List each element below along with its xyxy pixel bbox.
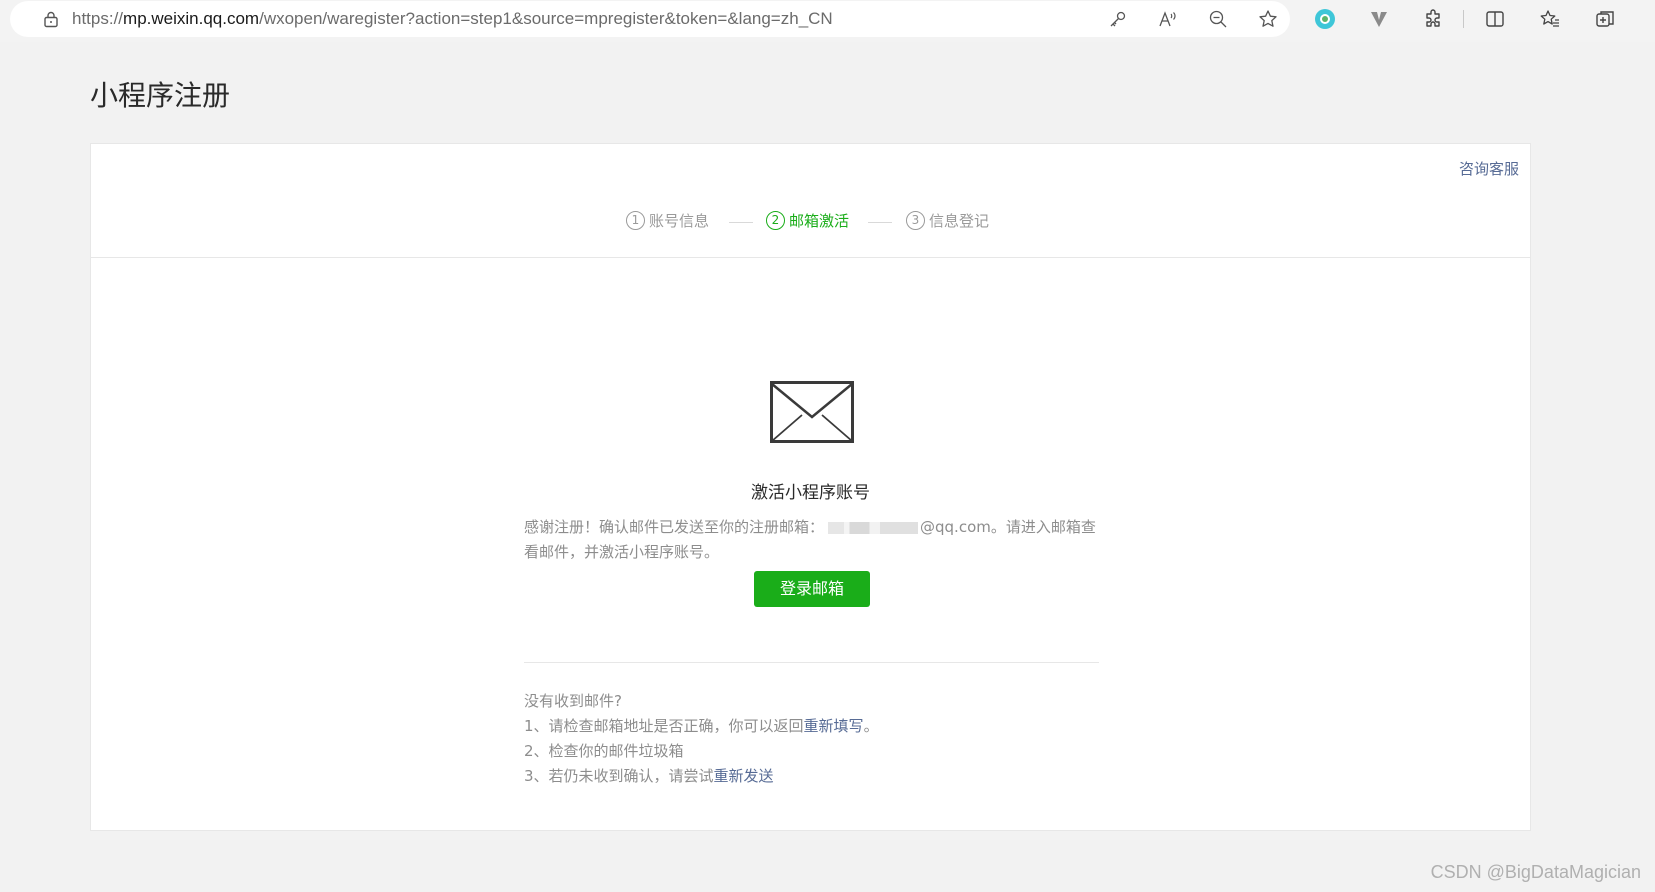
tip-line-2: 2、检查你的邮件垃圾箱	[524, 742, 684, 760]
step-label: 邮箱激活	[789, 212, 850, 230]
registration-card: 咨询客服 1 账号信息 2 邮箱激活 3 信息登记 激活小程序账号 感谢注册！确…	[90, 143, 1531, 831]
tip-1-text: 1、请检查邮箱地址是否正确，你可以返回	[524, 717, 804, 735]
masked-email	[828, 521, 919, 534]
refill-link[interactable]: 重新填写	[804, 717, 864, 735]
tip-line-3: 3、若仍未收到确认，请尝试重新发送	[524, 764, 1144, 789]
consult-customer-service-link[interactable]: 咨询客服	[1459, 158, 1519, 179]
step-connector	[729, 222, 753, 223]
description-prefix: 感谢注册！确认邮件已发送至你的注册邮箱：	[524, 518, 825, 536]
step-label: 账号信息	[649, 212, 710, 230]
favorite-star-icon[interactable]	[1258, 9, 1278, 29]
step-number: 2	[766, 211, 785, 230]
url-prefix: https://	[72, 9, 124, 28]
extension-colorful-icon[interactable]	[1314, 8, 1336, 30]
tips-heading: 没有收到邮件?	[524, 692, 622, 710]
steps-divider	[91, 257, 1530, 258]
no-email-tips: 没有收到邮件? 1、请检查邮箱地址是否正确，你可以返回重新填写。 2、检查你的邮…	[524, 689, 1144, 789]
activation-description: 感谢注册！确认邮件已发送至你的注册邮箱： @qq.com。请进入邮箱查看邮件，并激…	[524, 515, 1109, 565]
toolbar-separator	[1463, 10, 1464, 28]
read-aloud-icon[interactable]	[1158, 9, 1178, 29]
url-text[interactable]: https://mp.weixin.qq.com/wxopen/waregist…	[72, 9, 833, 29]
url-host: mp.weixin.qq.com	[123, 9, 260, 28]
extension-v-icon[interactable]	[1368, 8, 1390, 30]
step-label: 信息登记	[929, 212, 990, 230]
tip-line-1: 1、请检查邮箱地址是否正确，你可以返回重新填写。	[524, 714, 1144, 739]
resend-link[interactable]: 重新发送	[714, 767, 774, 785]
extensions-puzzle-icon[interactable]	[1423, 8, 1445, 30]
step-number: 3	[906, 211, 925, 230]
step-connector	[868, 222, 892, 223]
key-icon[interactable]	[1108, 9, 1128, 29]
step-number: 1	[626, 211, 645, 230]
url-path: /wxopen/waregister?action=step1&source=m…	[259, 9, 833, 28]
csdn-watermark: CSDN @BigDataMagician	[1430, 862, 1641, 882]
content-divider	[524, 662, 1099, 663]
browser-toolbar: https://mp.weixin.qq.com/wxopen/waregist…	[0, 0, 1655, 42]
address-bar[interactable]: https://mp.weixin.qq.com/wxopen/waregist…	[10, 1, 1290, 37]
activation-title: 激活小程序账号	[751, 483, 870, 503]
tip-1-end: 。	[863, 717, 879, 735]
step-info-registration: 3 信息登记	[906, 210, 989, 231]
zoom-out-icon[interactable]	[1208, 9, 1228, 29]
favorites-icon[interactable]	[1539, 8, 1561, 30]
envelope-icon	[770, 381, 854, 443]
email-suffix: @qq.com	[920, 518, 991, 536]
split-screen-icon[interactable]	[1484, 8, 1506, 30]
step-indicator: 1 账号信息 2 邮箱激活 3 信息登记	[91, 210, 1530, 234]
login-email-button[interactable]: 登录邮箱	[754, 571, 870, 607]
collections-icon[interactable]	[1594, 8, 1616, 30]
step-email-activation: 2 邮箱激活	[766, 210, 849, 231]
page-title: 小程序注册	[90, 79, 231, 112]
tip-3-text: 3、若仍未收到确认，请尝试	[524, 767, 714, 785]
lock-icon[interactable]	[42, 10, 60, 28]
step-account-info: 1 账号信息	[626, 210, 709, 231]
